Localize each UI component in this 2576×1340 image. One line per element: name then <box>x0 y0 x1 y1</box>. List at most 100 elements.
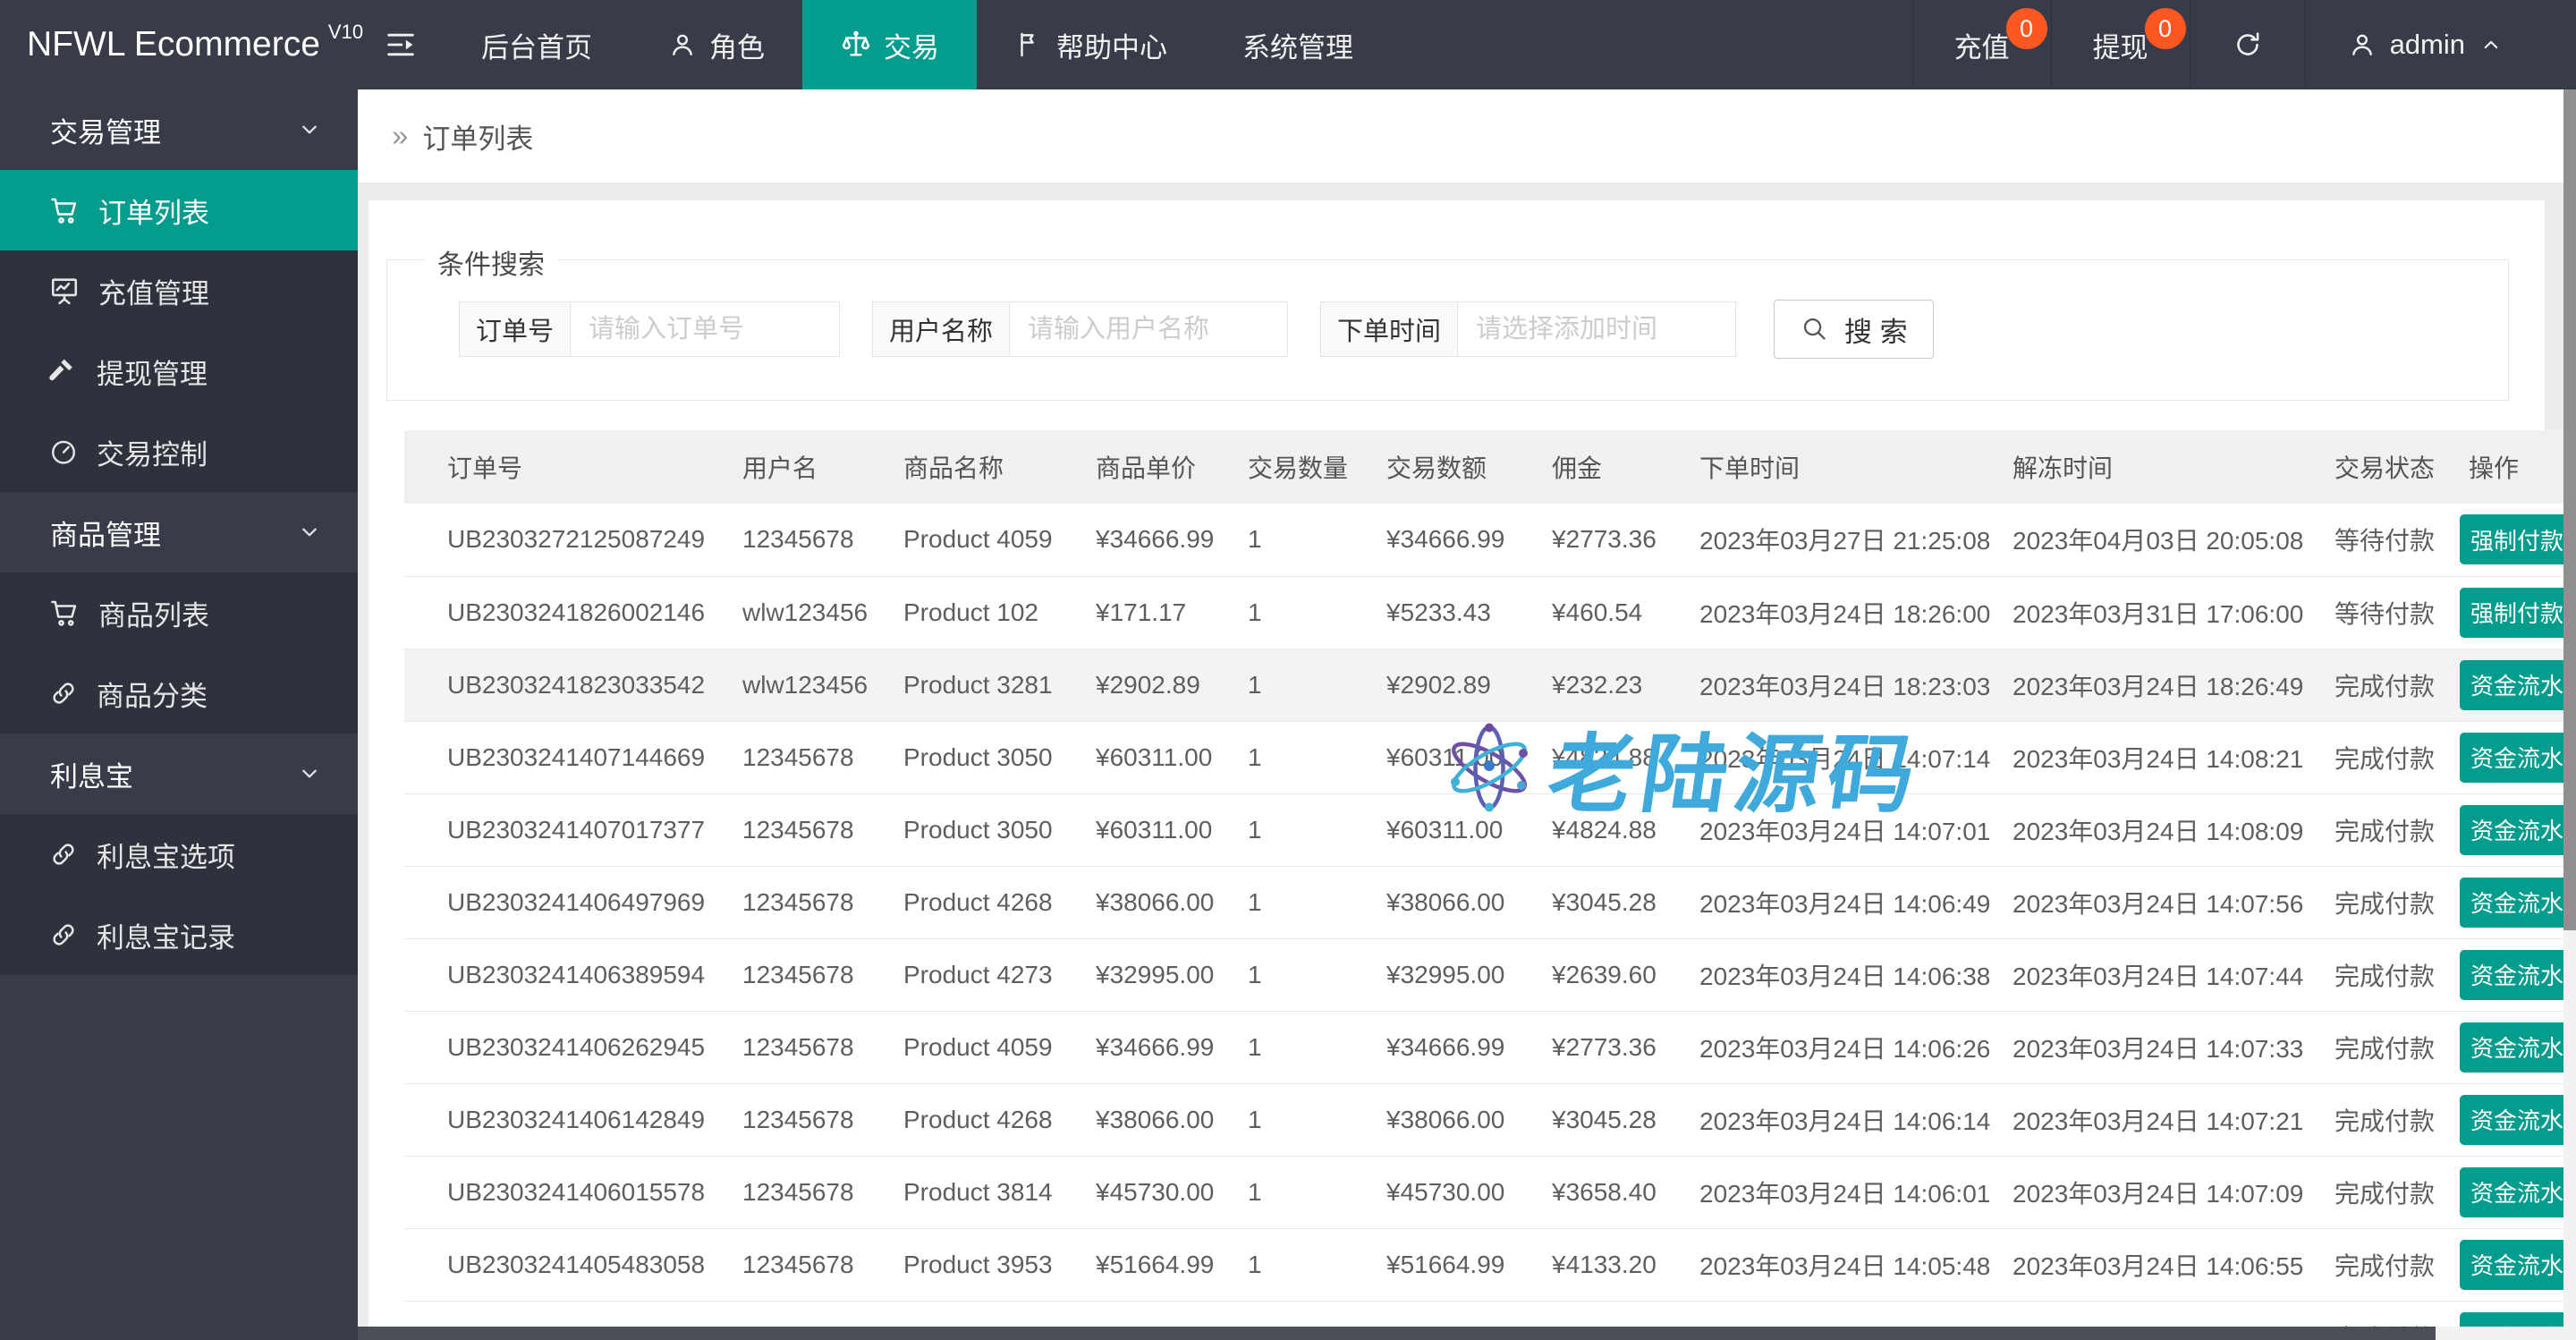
scales-icon <box>840 29 872 61</box>
cell-status: 完成付款 <box>2334 866 2460 939</box>
action-button[interactable]: 资金流水 <box>2460 732 2565 783</box>
cell-action: 资金流水 <box>2460 866 2565 939</box>
sidebar-item-充值管理[interactable]: 充值管理 <box>0 250 358 331</box>
cell-order_time: 2023年03月24日 18:26:00 <box>1699 576 2012 649</box>
sidebar-item-label: 充值管理 <box>98 277 209 310</box>
sidebar-group-label: 交易管理 <box>50 116 161 148</box>
nav-item-dashboard[interactable]: 后台首页 <box>444 0 630 89</box>
admin-screen: NFWL Ecommerce V10 后台首页 角色 交易 帮助中心 系统管理 充值 0… <box>0 0 2576 1340</box>
cell-amount: ¥38066.00 <box>1386 1083 1552 1157</box>
action-button[interactable]: 资金流水 <box>2460 659 2565 710</box>
breadcrumb: » 订单列表 <box>358 89 2576 182</box>
link-icon <box>48 839 79 869</box>
board-icon <box>48 275 80 307</box>
nav-item-trade[interactable]: 交易 <box>802 0 977 89</box>
cell-amount: ¥51664.99 <box>1386 1228 1552 1302</box>
cell-unit_price: ¥51664.99 <box>1096 1228 1248 1302</box>
sidebar-item-label: 商品分类 <box>97 680 208 712</box>
cell-amount: ¥38066.00 <box>1386 866 1552 939</box>
nav-item-help[interactable]: 帮助中心 <box>977 0 1205 89</box>
cell-order_no: UB2303241406389594 <box>404 938 742 1012</box>
sidebar-item-交易控制[interactable]: 交易控制 <box>0 411 358 492</box>
user-menu[interactable]: admin <box>2304 0 2576 89</box>
sidebar-item-label: 利息宝选项 <box>97 841 235 873</box>
order-time-input[interactable] <box>1458 302 1736 356</box>
withdraw-button[interactable]: 提现 0 <box>2050 0 2190 89</box>
vertical-scrollbar-thumb[interactable] <box>2563 89 2576 930</box>
search-icon <box>1800 314 1830 344</box>
sidebar-group-1[interactable]: 商品管理 <box>0 492 358 572</box>
chevron-down-icon <box>295 518 324 547</box>
cell-status: 等待付款 <box>2334 576 2460 649</box>
cell-product: Product 4059 <box>903 1011 1096 1084</box>
username-label: 用户名称 <box>873 302 1011 356</box>
cell-unit_price: ¥34666.99 <box>1096 1011 1248 1084</box>
sidebar-item-利息宝记录[interactable]: 利息宝记录 <box>0 895 358 975</box>
orders-table-body: UB2303272125087249 12345678 Product 4059 ¥3… <box>404 504 2565 1340</box>
top-nav: 后台首页 角色 交易 帮助中心 系统管理 <box>444 0 1391 89</box>
gauge-icon <box>48 437 79 467</box>
cell-product: Product 102 <box>903 576 1096 649</box>
cell-product: Product 3814 <box>903 1156 1096 1229</box>
topbar: NFWL Ecommerce V10 后台首页 角色 交易 帮助中心 系统管理 充值 0… <box>0 0 2576 89</box>
cell-order_no: UB2303241405483058 <box>404 1228 742 1302</box>
vertical-scrollbar[interactable] <box>2563 89 2576 1327</box>
order-time-group: 下单时间 <box>1320 301 1737 357</box>
sidebar-item-提现管理[interactable]: 提现管理 <box>0 331 358 411</box>
order-no-input[interactable] <box>571 302 840 356</box>
cell-unfreeze_time: 2023年03月24日 14:07:56 <box>2012 866 2334 939</box>
column-header-4: 交易数量 <box>1248 430 1386 504</box>
nav-item-system[interactable]: 系统管理 <box>1205 0 1391 89</box>
cell-order_no: UB2303241823033542 <box>404 649 742 722</box>
horizontal-scrollbar[interactable] <box>358 1327 2576 1340</box>
cell-action: 强制付款 <box>2460 504 2565 577</box>
sidebar-group-0[interactable]: 交易管理 <box>0 89 358 170</box>
cell-order_time: 2023年03月24日 14:07:01 <box>1699 793 2012 867</box>
chevron-down-icon <box>295 115 324 144</box>
cell-order_no: UB2303241406497969 <box>404 866 742 939</box>
sidebar-item-商品分类[interactable]: 商品分类 <box>0 653 358 734</box>
cell-quantity: 1 <box>1248 504 1386 577</box>
action-button[interactable]: 资金流水 <box>2460 1239 2565 1290</box>
cell-unfreeze_time: 2023年03月24日 14:08:09 <box>2012 793 2334 867</box>
column-header-1: 用户名 <box>742 430 903 504</box>
cell-commission: ¥2773.36 <box>1552 1011 1699 1084</box>
search-fieldset: 条件搜索 订单号 用户名称 下单时间 <box>386 242 2509 401</box>
sidebar-group-label: 利息宝 <box>50 760 133 793</box>
action-button[interactable]: 强制付款 <box>2460 514 2565 565</box>
column-header-3: 商品单价 <box>1096 430 1248 504</box>
cell-product: Product 4268 <box>903 866 1096 939</box>
refresh-button[interactable] <box>2189 0 2305 89</box>
sidebar-item-订单列表[interactable]: 订单列表 <box>0 170 358 250</box>
action-button[interactable]: 资金流水 <box>2460 1166 2565 1217</box>
username-group: 用户名称 <box>872 301 1289 357</box>
cell-action: 资金流水 <box>2460 793 2565 867</box>
sidebar-group-2[interactable]: 利息宝 <box>0 734 358 814</box>
cell-status: 完成付款 <box>2334 1228 2460 1302</box>
nav-item-roles[interactable]: 角色 <box>630 0 802 89</box>
table-row: UB2303241406497969 12345678 Product 4268 ¥3… <box>404 866 2565 939</box>
username-input[interactable] <box>1010 302 1288 356</box>
search-button[interactable]: 搜 索 <box>1774 300 1934 359</box>
cell-order_time: 2023年03月24日 14:06:38 <box>1699 938 2012 1012</box>
action-button[interactable]: 资金流水 <box>2460 877 2565 928</box>
search-row: 订单号 用户名称 下单时间 搜 索 <box>459 300 2508 359</box>
sidebar-submenu: 订单列表充值管理提现管理 交易控制 <box>0 170 358 492</box>
action-button[interactable]: 资金流水 <box>2460 949 2565 1000</box>
cell-order_time: 2023年03月24日 14:06:14 <box>1699 1083 2012 1157</box>
recharge-button[interactable]: 充值 0 <box>1911 0 2051 89</box>
sidebar-item-利息宝选项[interactable]: 利息宝选项 <box>0 814 358 895</box>
sidebar-item-商品列表[interactable]: 商品列表 <box>0 572 358 653</box>
cell-username: 12345678 <box>742 1228 903 1302</box>
action-button[interactable]: 资金流水 <box>2460 1022 2565 1073</box>
action-button[interactable]: 强制付款 <box>2460 587 2565 638</box>
horizontal-scrollbar-thumb[interactable] <box>358 1327 2436 1340</box>
sidebar-toggle-button[interactable] <box>358 0 444 89</box>
action-button[interactable]: 资金流水 <box>2460 804 2565 855</box>
action-button[interactable]: 资金流水 <box>2460 1094 2565 1145</box>
cell-quantity: 1 <box>1248 866 1386 939</box>
cell-action: 资金流水 <box>2460 1156 2565 1229</box>
cell-amount: ¥34666.99 <box>1386 504 1552 577</box>
cell-status: 完成付款 <box>2334 938 2460 1012</box>
cell-unfreeze_time: 2023年03月24日 14:07:44 <box>2012 938 2334 1012</box>
